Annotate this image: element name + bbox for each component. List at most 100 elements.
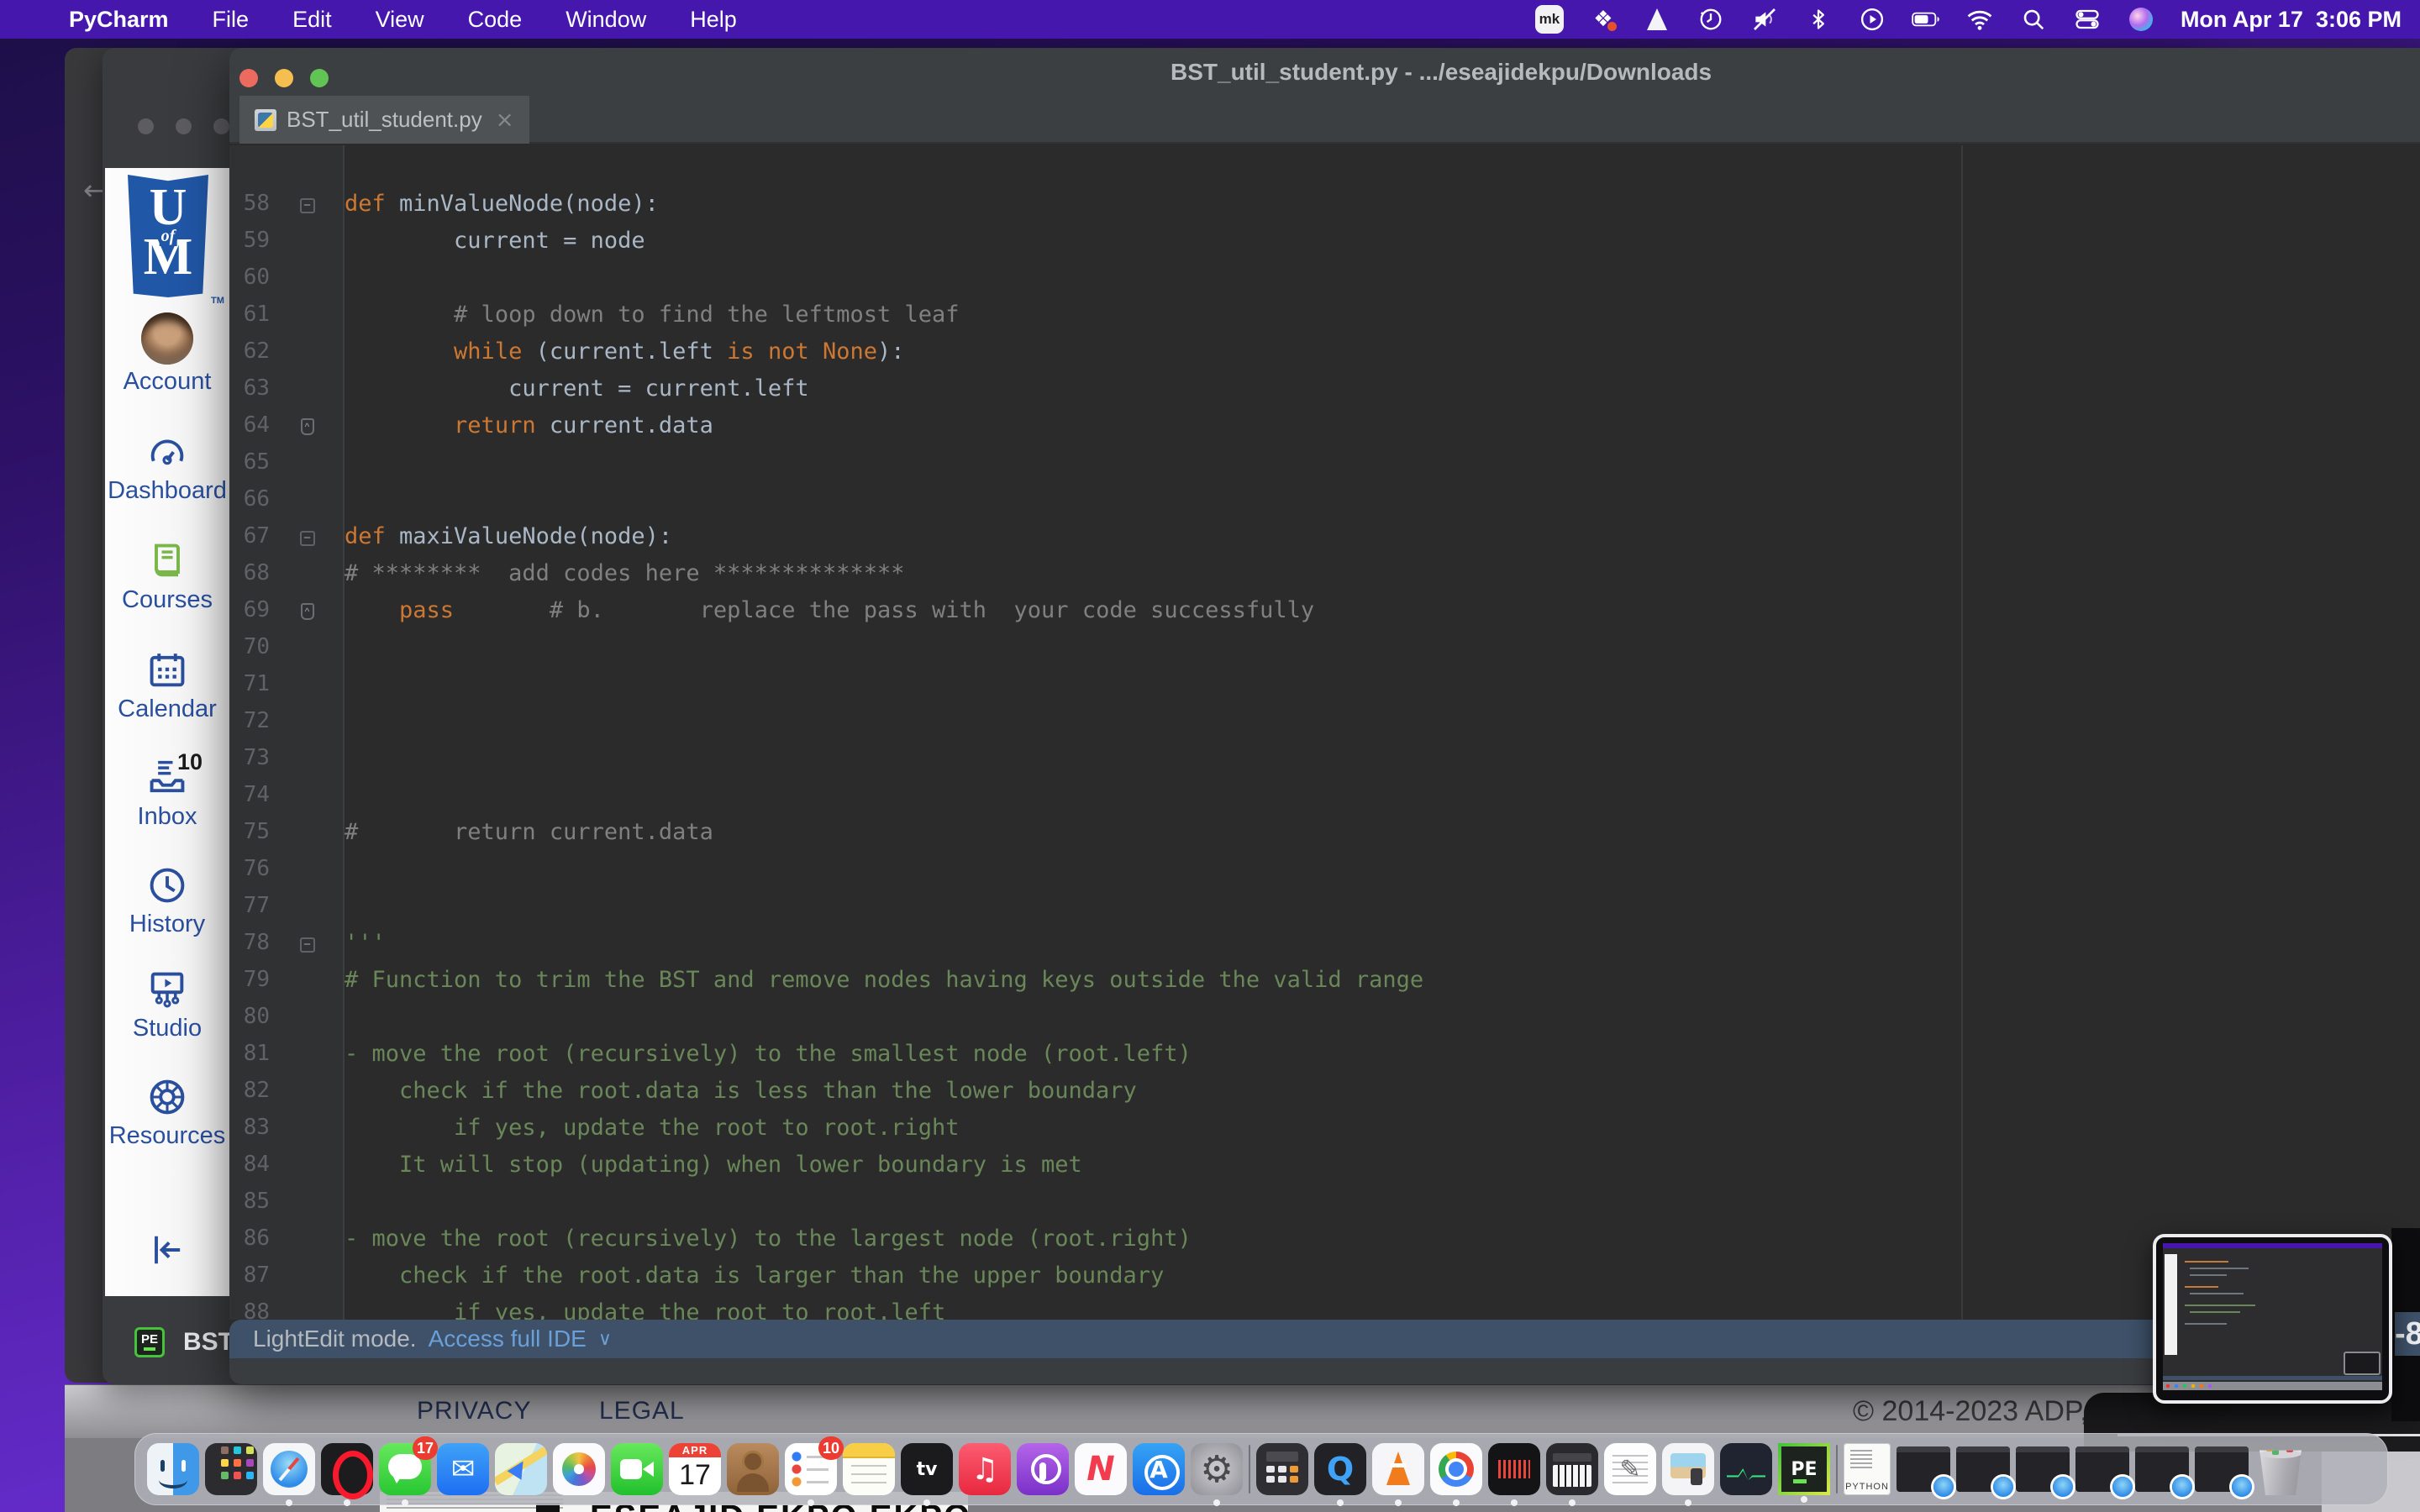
menu-window[interactable]: Window <box>566 7 646 33</box>
spotlight-search-icon[interactable] <box>2019 5 2048 34</box>
sidebar-item-label: Resources <box>105 1122 229 1150</box>
dock-minwin[interactable] <box>2075 1446 2129 1492</box>
menu-bar: PyCharm FileEditViewCodeWindowHelp mk ❖ … <box>0 0 2420 39</box>
sidebar-item-courses[interactable]: Courses <box>105 539 229 614</box>
privacy-link[interactable]: PRIVACY <box>417 1397 531 1425</box>
dock-minwin[interactable] <box>1956 1446 2010 1492</box>
shapes-status-icon[interactable]: ❖ <box>1589 5 1618 34</box>
play-circle-icon[interactable] <box>1858 5 1886 34</box>
sidebar-item-resources[interactable]: Resources <box>105 1075 229 1150</box>
battery-icon[interactable] <box>1912 5 1940 34</box>
dock-maps[interactable] <box>495 1443 547 1495</box>
line-number: 72 <box>229 708 270 733</box>
code-editor[interactable]: 58−def minValueNode(node):59 current = n… <box>229 145 2420 1320</box>
control-center-icon[interactable] <box>2073 5 2102 34</box>
university-of-memphis-logo[interactable]: U M of <box>128 175 208 297</box>
bluetooth-icon[interactable] <box>1804 5 1833 34</box>
dock-piano[interactable] <box>1546 1443 1598 1495</box>
dock-safari[interactable] <box>263 1443 315 1495</box>
dock-messages[interactable]: 17 <box>379 1443 431 1495</box>
minimize-window-button[interactable] <box>275 69 293 87</box>
menu-view[interactable]: View <box>376 7 424 33</box>
dock-reminders[interactable]: 10 <box>785 1443 837 1495</box>
sidebar-item-calendar[interactable]: Calendar <box>105 648 229 723</box>
code-text: if yes, update the root to root.left <box>345 1299 945 1320</box>
screen-preview-pip[interactable] <box>2153 1234 2392 1404</box>
menu-bar-clock[interactable]: Mon Apr 17 3:06 PM <box>2181 7 2402 33</box>
sidebar-item-history[interactable]: History <box>105 864 229 938</box>
menu-edit[interactable]: Edit <box>292 7 332 33</box>
window-title: BST_util_student.py - .../eseajidekpu/Do… <box>1171 59 1675 86</box>
line-number: 67 <box>229 523 270 549</box>
dock-photos[interactable] <box>553 1443 605 1495</box>
code-line-61: 61 # loop down to find the leftmost leaf <box>229 296 2420 333</box>
dock-facetime[interactable] <box>611 1443 663 1495</box>
title-bar[interactable]: BST_util_student.py - .../eseajidekpu/Do… <box>229 48 2420 96</box>
sound-muted-icon[interactable] <box>1750 5 1779 34</box>
sidebar-item-label: Account <box>105 368 229 396</box>
dock-chrome[interactable] <box>1430 1443 1482 1495</box>
dock-calendar[interactable]: APR17 <box>669 1443 721 1495</box>
chevron-down-icon[interactable]: ∨ <box>598 1329 612 1350</box>
dock-opera[interactable] <box>321 1443 373 1495</box>
sidebar-item-inbox[interactable]: 10Inbox <box>105 756 229 831</box>
line-number: 68 <box>229 560 270 585</box>
sidebar-item-dashboard[interactable]: Dashboard <box>105 430 229 505</box>
dock-pydoc[interactable]: PYTHON <box>1844 1443 1891 1495</box>
code-line-65: 65 <box>229 444 2420 480</box>
dock-preview[interactable] <box>1662 1443 1714 1495</box>
line-number: 70 <box>229 634 270 659</box>
siri-icon[interactable] <box>2127 5 2155 34</box>
dock-activity[interactable] <box>1720 1443 1772 1495</box>
mk-status-icon[interactable]: mk <box>1535 5 1564 34</box>
zoom-window-button[interactable] <box>310 69 329 87</box>
dock-minwin[interactable] <box>1897 1446 1950 1492</box>
sidebar-item-studio[interactable]: Studio <box>105 968 229 1042</box>
dock-quicktime[interactable]: Q <box>1314 1443 1366 1495</box>
vlc-status-icon[interactable] <box>1643 5 1671 34</box>
app-menu-pycharm[interactable]: PyCharm <box>69 7 169 33</box>
menu-help[interactable]: Help <box>690 7 737 33</box>
dock-pycharm[interactable]: PE <box>1778 1443 1830 1495</box>
sidebar-item-account[interactable]: Account <box>105 312 229 396</box>
dock-vlc[interactable] <box>1372 1443 1424 1495</box>
dock-minwin[interactable] <box>2195 1446 2249 1492</box>
dock-music[interactable]: ♫ <box>959 1443 1011 1495</box>
dock-textedit[interactable]: ✎ <box>1604 1443 1656 1495</box>
code-line-88: 88 if yes, update the root to root.left <box>229 1294 2420 1320</box>
dock-notes[interactable] <box>843 1443 895 1495</box>
dock-minwin[interactable] <box>2135 1446 2189 1492</box>
tab-bst-util-student[interactable]: BST_util_student.py × <box>239 96 529 144</box>
menu-file[interactable]: File <box>213 7 250 33</box>
line-number: 71 <box>229 671 270 696</box>
close-window-button[interactable] <box>239 69 258 87</box>
sidebar-collapse-button[interactable] <box>105 1228 229 1276</box>
code-text: # return current.data <box>345 819 713 845</box>
dock-podcasts[interactable] <box>1017 1443 1069 1495</box>
dock-trash[interactable] <box>2254 1443 2307 1495</box>
wifi-icon[interactable] <box>1965 5 1994 34</box>
dock-mail[interactable]: ✉ <box>437 1443 489 1495</box>
dock-news[interactable]: N <box>1075 1443 1127 1495</box>
running-indicator <box>1801 1496 1807 1503</box>
access-full-ide-link[interactable]: Access full IDE <box>429 1326 587 1352</box>
dock-calculator[interactable] <box>1256 1443 1308 1495</box>
dock-appletv[interactable]: tv <box>901 1443 953 1495</box>
code-line-77: 77 <box>229 887 2420 924</box>
line-number: 59 <box>229 228 270 253</box>
code-text: pass # b. replace the pass with your cod… <box>345 597 1314 623</box>
dock-contacts[interactable] <box>727 1443 779 1495</box>
code-line-86: 86- move the root (recursively) to the l… <box>229 1220 2420 1257</box>
dock-launchpad[interactable] <box>205 1443 257 1495</box>
menu-code[interactable]: Code <box>468 7 523 33</box>
code-text: # ******** add codes here ************** <box>345 560 904 586</box>
time-machine-icon[interactable] <box>1697 5 1725 34</box>
legal-link[interactable]: LEGAL <box>599 1397 685 1425</box>
dock-settings[interactable]: ⚙ <box>1191 1443 1243 1495</box>
tab-close-icon[interactable]: × <box>496 108 514 133</box>
dock-minwin[interactable] <box>2016 1446 2070 1492</box>
collapse-arrow-icon <box>145 1228 189 1272</box>
dock-appstore[interactable]: A <box>1133 1443 1185 1495</box>
dock-finder[interactable] <box>147 1443 199 1495</box>
dock-voicememos[interactable] <box>1488 1443 1540 1495</box>
